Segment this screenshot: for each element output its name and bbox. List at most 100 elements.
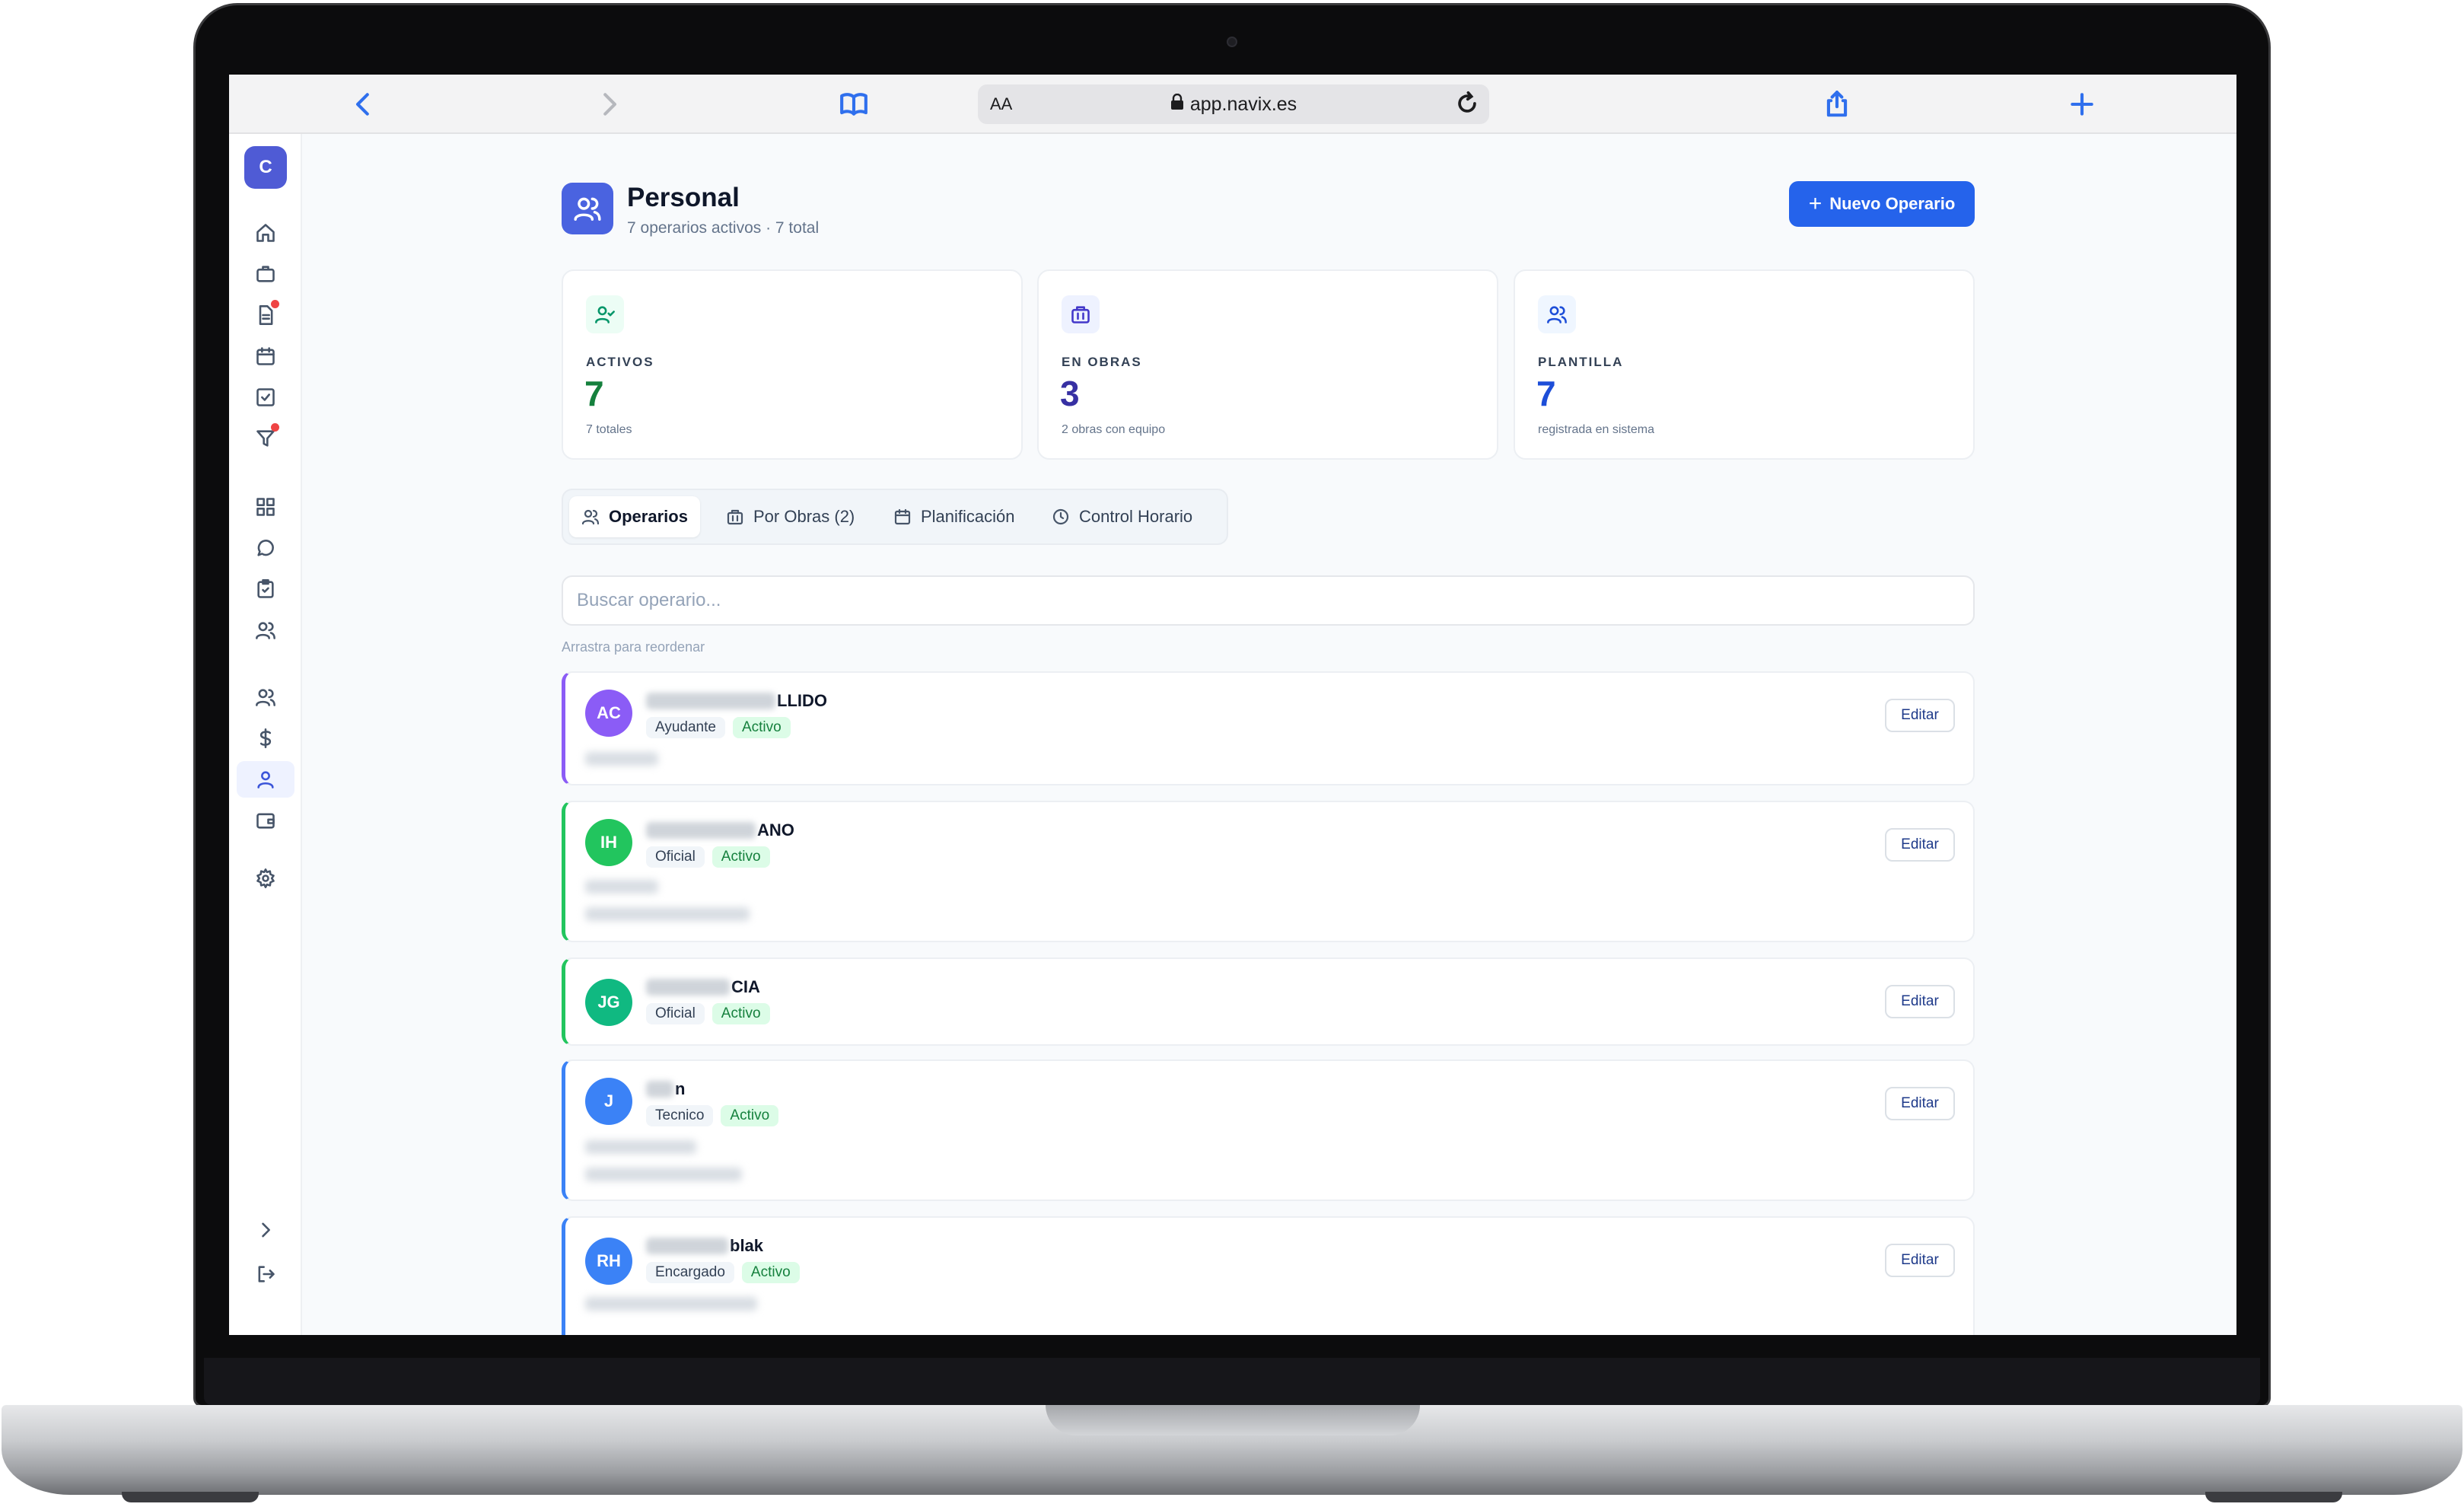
clock-icon	[1052, 508, 1069, 525]
team-icon[interactable]	[247, 679, 284, 715]
status-badge: Activo	[712, 1003, 770, 1024]
status-badge: Activo	[721, 1105, 779, 1126]
operator-name: LLIDO	[646, 691, 827, 711]
role-badge: Oficial	[646, 1003, 705, 1024]
users-icon	[581, 509, 600, 525]
calendar-icon[interactable]	[247, 338, 284, 374]
checkbox-icon[interactable]	[247, 379, 284, 416]
avatar: IH	[585, 819, 632, 866]
edit-button[interactable]: Editar	[1885, 828, 1955, 862]
stat-value: 7	[1536, 374, 1556, 413]
operator-row[interactable]: AC LLIDO Ayudante Activo Editar	[562, 671, 1975, 785]
users-icon	[562, 183, 613, 234]
tab-control-horario[interactable]: Control Horario	[1039, 496, 1205, 537]
logout-icon[interactable]	[247, 1256, 284, 1292]
home-icon[interactable]	[247, 215, 284, 251]
stat-card-activos: ACTIVOS 7 7 totales	[562, 269, 1023, 460]
operator-row[interactable]: JG CIA Oficial Activo Editar	[562, 957, 1975, 1046]
new-tab-icon[interactable]	[2066, 88, 2098, 120]
stat-value: 7	[584, 374, 604, 413]
tab-operarios[interactable]: Operarios	[569, 496, 700, 537]
dollar-icon[interactable]	[247, 720, 284, 757]
url-text: app.navix.es	[1189, 93, 1297, 115]
stat-card-plantilla: PLANTILLA 7 registrada en sistema	[1514, 269, 1975, 460]
tab-label: Operarios	[609, 507, 688, 526]
tab-por-obras[interactable]: Por Obras (2)	[714, 496, 867, 537]
clipboard-icon[interactable]	[247, 571, 284, 607]
filter-icon[interactable]	[247, 420, 284, 457]
operator-name: ANO	[646, 820, 794, 840]
browser-toolbar: AA app.navix.es	[229, 75, 2236, 134]
laptop-foot	[122, 1492, 259, 1502]
page-title: Personal	[627, 183, 740, 212]
gear-icon[interactable]	[247, 860, 284, 897]
drag-hint: Arrastra para reordenar	[562, 639, 705, 655]
camera-icon	[1227, 37, 1237, 47]
bookmarks-icon[interactable]	[838, 88, 870, 120]
chevron-right-icon[interactable]	[247, 1212, 284, 1248]
operator-name: blak	[646, 1236, 763, 1256]
laptop-foot	[2205, 1492, 2342, 1502]
operator-row[interactable]: RH blak Encargado Activo Editar	[562, 1216, 1975, 1335]
stat-label: ACTIVOS	[586, 355, 654, 369]
tab-planificacion[interactable]: Planificación	[881, 496, 1027, 537]
edit-button[interactable]: Editar	[1885, 985, 1955, 1018]
lock-icon	[1170, 93, 1184, 116]
document-icon[interactable]	[247, 297, 284, 333]
tab-label: Por Obras (2)	[753, 507, 855, 526]
role-badge: Tecnico	[646, 1105, 714, 1126]
new-operator-button[interactable]: + Nuevo Operario	[1789, 181, 1975, 227]
back-icon[interactable]	[348, 88, 380, 120]
stat-value: 3	[1060, 374, 1080, 413]
calendar-icon	[894, 508, 911, 525]
forward-icon[interactable]	[593, 88, 625, 120]
grid-icon[interactable]	[247, 489, 284, 525]
chat-icon[interactable]	[247, 530, 284, 566]
operator-name: n	[646, 1079, 685, 1099]
search-input[interactable]	[562, 575, 1975, 626]
avatar: J	[585, 1078, 632, 1125]
status-badge: Activo	[712, 846, 770, 868]
edit-button[interactable]: Editar	[1885, 1087, 1955, 1120]
stat-card-en-obras: EN OBRAS 3 2 obras con equipo	[1037, 269, 1498, 460]
avatar: JG	[585, 979, 632, 1026]
plus-icon: +	[1808, 191, 1823, 216]
tabs-bar: Operarios Por Obras (2) Planificación Co…	[562, 489, 1228, 545]
avatar: RH	[585, 1238, 632, 1285]
operator-row[interactable]: IH ANO Oficial Activo Editar	[562, 801, 1975, 942]
reload-icon[interactable]	[1454, 91, 1480, 120]
role-badge: Ayudante	[646, 717, 725, 738]
new-operator-label: Nuevo Operario	[1829, 194, 1956, 213]
sidebar: C	[229, 134, 302, 1335]
edit-button[interactable]: Editar	[1885, 699, 1955, 732]
page-subtitle: 7 operarios activos · 7 total	[627, 219, 820, 237]
status-badge: Activo	[741, 1262, 800, 1283]
laptop-notch	[1046, 1405, 1420, 1435]
stat-label: EN OBRAS	[1062, 355, 1142, 369]
tab-label: Control Horario	[1079, 507, 1193, 526]
org-avatar[interactable]: C	[244, 146, 287, 189]
users-icon	[1538, 295, 1576, 333]
user-icon[interactable]	[237, 761, 294, 798]
screen: AA app.navix.es C Personal 7 operarios a…	[229, 75, 2236, 1335]
users-icon[interactable]	[247, 612, 284, 648]
briefcase-icon[interactable]	[247, 256, 284, 292]
stat-note: 2 obras con equipo	[1062, 423, 1166, 436]
stat-note: registrada en sistema	[1538, 423, 1654, 436]
notification-badge	[271, 300, 279, 308]
edit-button[interactable]: Editar	[1885, 1244, 1955, 1277]
avatar: AC	[585, 690, 632, 737]
wallet-icon[interactable]	[247, 802, 284, 839]
status-badge: Activo	[732, 717, 791, 738]
building-icon	[727, 509, 743, 525]
user-check-icon	[586, 295, 624, 333]
share-icon[interactable]	[1821, 88, 1853, 120]
operator-row[interactable]: J n Tecnico Activo Editar	[562, 1059, 1975, 1201]
address-bar[interactable]: AA app.navix.es	[978, 84, 1489, 124]
role-badge: Oficial	[646, 846, 705, 868]
tab-label: Planificación	[921, 507, 1015, 526]
operator-name: CIA	[646, 977, 760, 997]
laptop-chin	[204, 1358, 2260, 1405]
building-icon	[1062, 295, 1100, 333]
role-badge: Encargado	[646, 1262, 734, 1283]
